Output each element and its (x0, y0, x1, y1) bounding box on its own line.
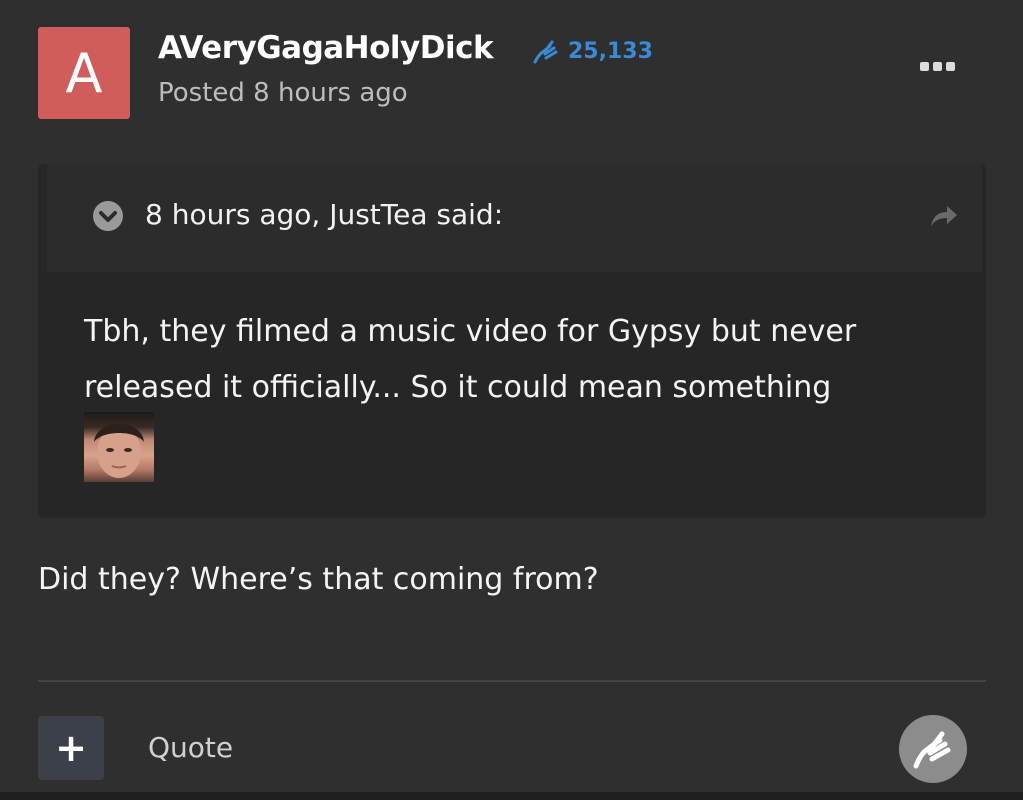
ellipsis-icon (920, 61, 929, 71)
multiquote-add-button[interactable]: + (38, 716, 104, 780)
post-timestamp: Posted 8 hours ago (158, 78, 408, 108)
quote-button[interactable]: Quote (148, 731, 233, 764)
avatar[interactable]: A (38, 27, 130, 119)
chevron-down-icon[interactable] (93, 201, 123, 231)
ellipsis-dot (933, 61, 942, 71)
paws-up-icon (533, 40, 558, 64)
divider (38, 680, 986, 682)
more-options-button[interactable] (920, 56, 960, 76)
page-edge (0, 792, 1023, 800)
share-arrow-icon[interactable] (927, 202, 959, 230)
ellipsis-dot (946, 61, 955, 71)
post-body-text: Did they? Where’s that coming from? (38, 562, 599, 597)
reputation-count: 25,133 (568, 38, 653, 64)
face-emoji-image (84, 412, 154, 482)
quote-block: 8 hours ago, JustTea said: Tbh, they fil… (38, 164, 986, 518)
quote-text: Tbh, they filmed a music video for Gypsy… (84, 314, 857, 405)
react-button[interactable] (899, 715, 967, 783)
quote-header: 8 hours ago, JustTea said: (47, 164, 982, 272)
username-link[interactable]: AVeryGagaHolyDick (158, 30, 494, 66)
reputation-badge[interactable]: 25,133 (532, 38, 653, 64)
quote-citation: 8 hours ago, JustTea said: (145, 198, 504, 231)
paws-up-icon (913, 731, 951, 769)
